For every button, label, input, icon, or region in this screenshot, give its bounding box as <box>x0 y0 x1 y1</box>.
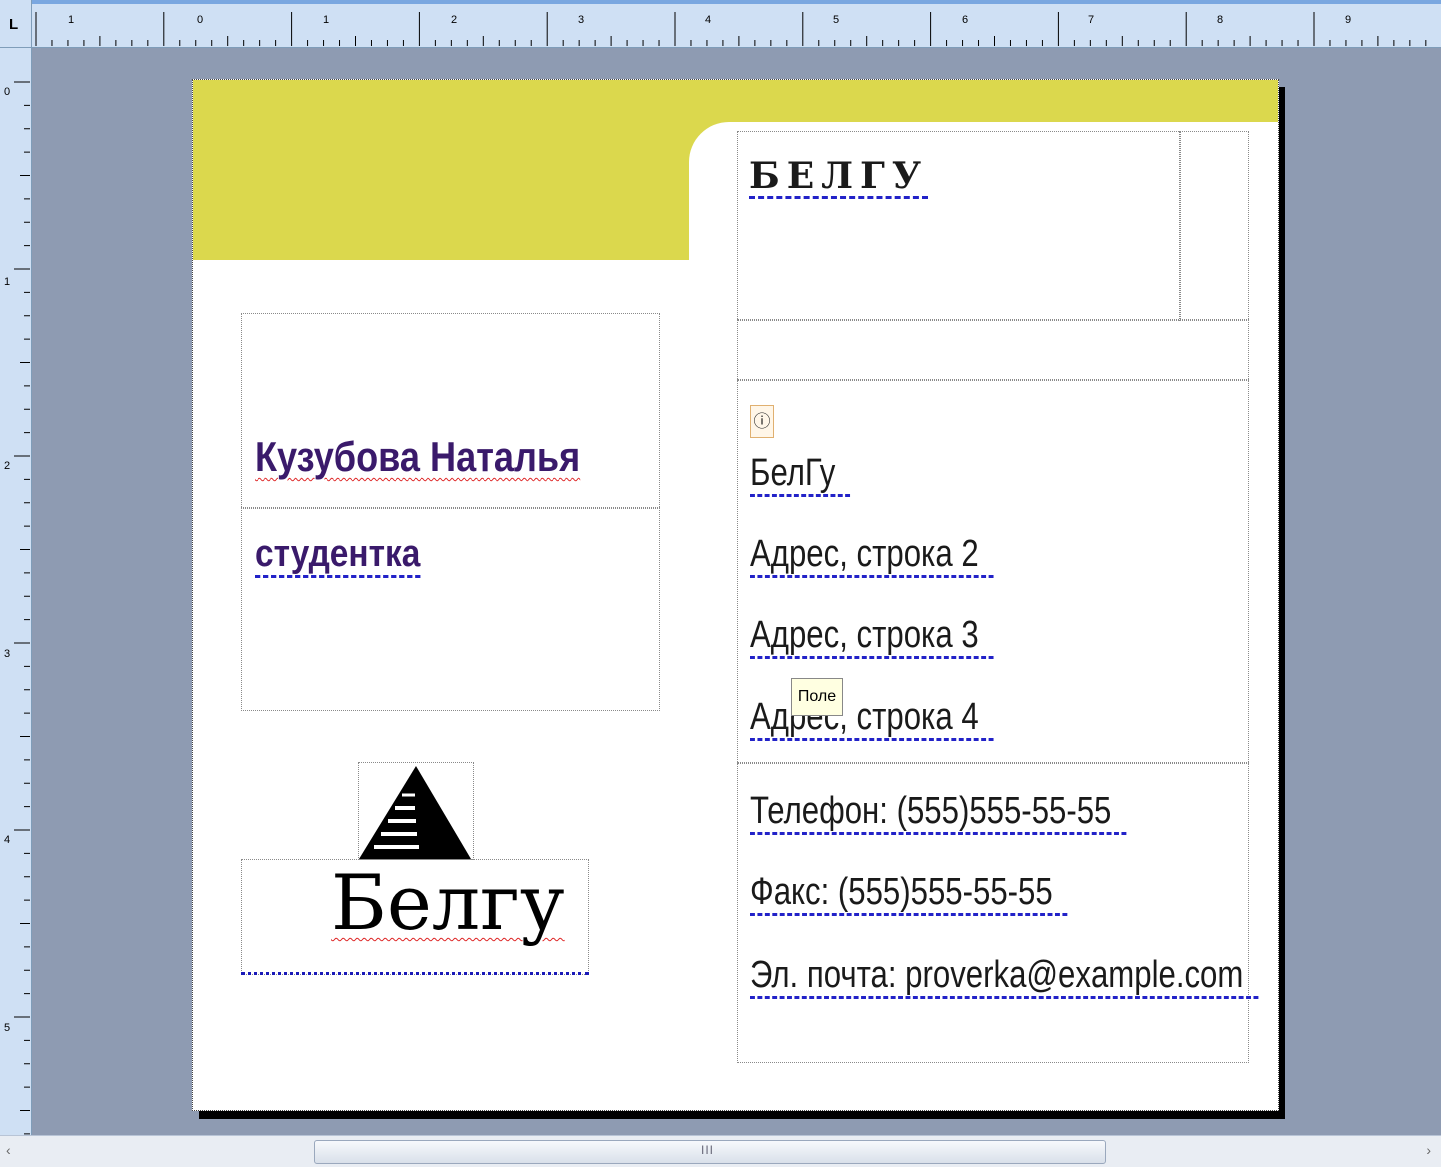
vertical-ruler[interactable]: 0 1 2 3 4 5 <box>0 48 32 1135</box>
logo-text[interactable]: Белгу <box>331 863 565 943</box>
scroll-right-icon[interactable]: › <box>1426 1142 1431 1158</box>
ruler-corner-tab-selector[interactable]: L <box>0 0 32 48</box>
phone-line[interactable]: Телефон: (555)555-55-55 <box>750 791 1127 835</box>
ruler-number: 3 <box>4 648 11 660</box>
pyramid-logo-icon <box>359 766 471 859</box>
scrollbar-thumb[interactable]: III <box>314 1140 1106 1164</box>
side-frame[interactable] <box>1179 131 1249 321</box>
logo-selection-underline <box>241 972 589 975</box>
ruler-number: 9 <box>1345 14 1352 26</box>
person-role[interactable]: студентка <box>255 534 421 578</box>
ruler-number: 1 <box>4 276 11 288</box>
horizontal-scrollbar[interactable]: ‹ III › <box>0 1135 1441 1167</box>
scroll-left-icon[interactable]: ‹ <box>6 1142 11 1158</box>
ruler-number: 5 <box>833 14 840 26</box>
person-name[interactable]: Кузубова Наталья <box>255 433 580 481</box>
ruler-number: 1 <box>68 14 75 26</box>
ruler-number: 6 <box>962 14 969 26</box>
ruler-number: 4 <box>705 14 712 26</box>
logo-image-frame[interactable] <box>358 762 474 860</box>
field-tooltip: Поле <box>791 678 843 716</box>
address-line-2[interactable]: Адрес, строка 2 <box>750 534 994 578</box>
ruler-number: 8 <box>1217 14 1224 26</box>
ruler-number: 3 <box>578 14 585 26</box>
ruler-number: 2 <box>4 460 11 472</box>
address-line-4[interactable]: Адрес, строка 4 <box>750 697 994 741</box>
ruler-number: 0 <box>197 14 204 26</box>
ruler-number: 0 <box>4 86 11 98</box>
ruler-number: 4 <box>4 834 11 846</box>
spacer-frame[interactable] <box>737 319 1249 381</box>
horizontal-ruler-ticks <box>35 12 1427 46</box>
ruler-number: 2 <box>451 14 458 26</box>
scrollbar-grip-icon: III <box>701 1143 715 1157</box>
organization-title[interactable]: БЕЛГУ <box>749 158 929 199</box>
address-line-3[interactable]: Адрес, строка 3 <box>750 615 994 659</box>
tab-stop-type-label: L <box>9 16 19 33</box>
horizontal-ruler[interactable]: 1 0 1 2 3 4 5 6 7 8 9 <box>32 0 1441 48</box>
ruler-number: 1 <box>323 14 330 26</box>
email-line[interactable]: Эл. почта: proverka@example.com <box>750 955 1259 999</box>
ruler-number: 7 <box>1088 14 1095 26</box>
vertical-ruler-ticks <box>14 81 30 1135</box>
business-card-page[interactable]: БЕЛГУ Кузубова Наталья студентка ⓘ БелГу… <box>192 79 1279 1111</box>
fax-line[interactable]: Факс: (555)555-55-55 <box>750 872 1068 916</box>
address-line-1[interactable]: БелГу <box>750 453 851 497</box>
info-icon[interactable]: ⓘ <box>750 405 774 438</box>
ruler-number: 5 <box>4 1022 11 1034</box>
workspace-right-edge <box>1433 48 1441 1135</box>
